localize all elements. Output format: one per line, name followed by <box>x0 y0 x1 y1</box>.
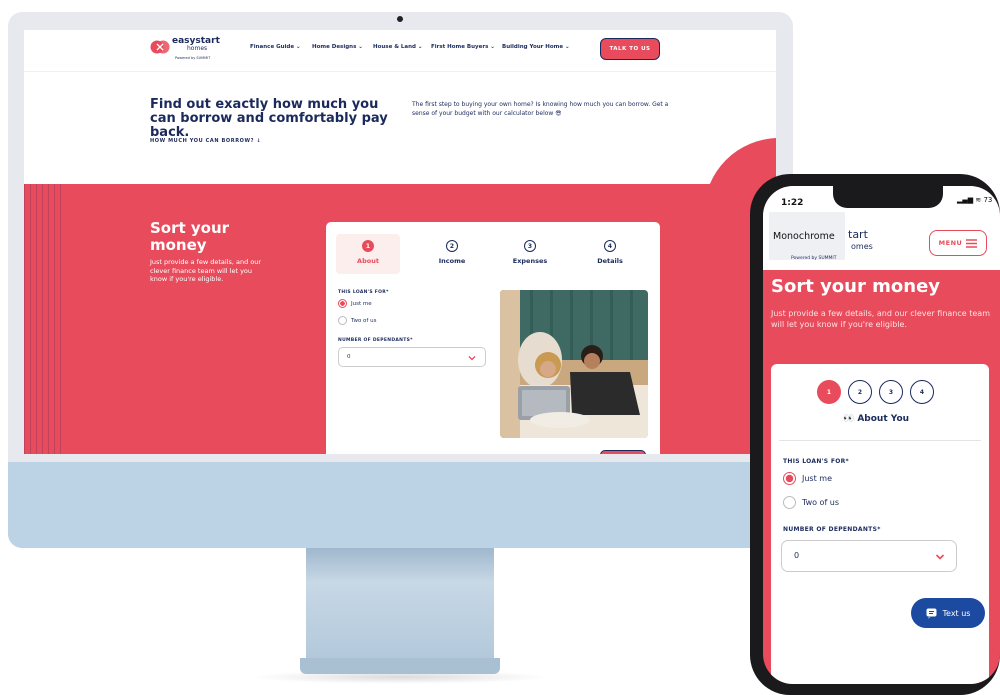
logo-subword: homes <box>187 45 208 52</box>
mobile-step-title: 👀 About You <box>843 414 910 424</box>
step-income[interactable]: 2 Income <box>420 234 484 274</box>
step-label: Expenses <box>512 257 548 265</box>
chevron-down-icon: ⌄ <box>490 44 495 50</box>
step-expenses[interactable]: 3 Expenses <box>498 234 562 274</box>
status-icons: ▂▄▆ ≋ 73 <box>957 196 993 204</box>
chevron-down-icon: ⌄ <box>565 44 570 50</box>
section-title: Sort your money <box>150 219 230 254</box>
chevron-down-icon <box>935 554 945 560</box>
chevron-down-icon <box>468 356 476 361</box>
desktop-nav-bar: easystart homes Powered by SUMMIT Financ… <box>24 30 776 72</box>
text-us-label: Text us <box>942 608 971 618</box>
hamburger-icon <box>966 238 978 248</box>
chevron-down-icon: ⌄ <box>358 44 363 50</box>
divider <box>779 440 981 441</box>
logo-homes-text: omes <box>851 242 873 251</box>
mobile-section-title: Sort your money <box>771 276 941 297</box>
monitor-chin <box>8 462 793 548</box>
step-number: 4 <box>604 240 616 252</box>
logo-powered-by: Powered by SUMMIT <box>175 56 211 60</box>
text-us-button[interactable]: Text us <box>911 598 985 628</box>
mobile-dependants-label: NUMBER OF DEPENDANTS* <box>783 526 881 533</box>
mobile-step-3[interactable]: 3 <box>879 380 903 404</box>
how-much-borrow-link[interactable]: HOW MUCH YOU CAN BORROW? ↓ <box>150 138 261 144</box>
radio-just-me-label: Just me <box>351 301 372 307</box>
step-details[interactable]: 4 Details <box>578 234 642 274</box>
radio-two-of-us[interactable] <box>338 316 347 325</box>
mobile-step-2[interactable]: 2 <box>848 380 872 404</box>
mobile-radio-two-of-us[interactable] <box>783 496 796 509</box>
mobile-radio-just-me[interactable] <box>783 472 796 485</box>
couple-laptop-photo <box>500 290 648 438</box>
decorative-stripes <box>24 184 64 454</box>
step-label: Details <box>597 257 623 265</box>
dependants-value: 0 <box>347 354 351 360</box>
nav-home-designs[interactable]: Home Designs ⌄ <box>312 44 363 50</box>
step-number: 2 <box>446 240 458 252</box>
mobile-step-1[interactable]: 1 <box>817 380 841 404</box>
nav-first-home-buyers[interactable]: First Home Buyers ⌄ <box>431 44 495 50</box>
calculator-card: 1 About 2 Income 3 Expenses 4 Details TH… <box>326 222 660 454</box>
mobile-dependants-select[interactable]: 0 <box>781 540 957 572</box>
mobile-radio-two-of-us-label: Two of us <box>802 498 840 507</box>
step-about[interactable]: 1 About <box>336 234 400 274</box>
hero-description: The first step to buying your own home? … <box>412 101 669 117</box>
menu-label: MENU <box>938 239 963 247</box>
chevron-down-icon: ⌄ <box>417 44 423 50</box>
logo-start-text: tart <box>848 228 868 241</box>
section-description: Just provide a few details, and our clev… <box>150 258 262 283</box>
chat-icon <box>926 608 937 619</box>
nav-finance-guide[interactable]: Finance Guide ⌄ <box>250 44 301 50</box>
next-step-button[interactable] <box>600 450 646 454</box>
logo-monochrome-text[interactable]: Monochrome <box>773 231 835 242</box>
monitor-stand-foot <box>300 658 500 674</box>
mobile-loan-for-label: THIS LOAN'S FOR* <box>783 458 849 465</box>
nav-house-and-land[interactable]: House & Land ⌄ <box>373 44 423 50</box>
loan-for-label: THIS LOAN'S FOR* <box>338 290 389 295</box>
monitor-camera <box>397 16 403 22</box>
hero-title: Find out exactly how much you can borrow… <box>150 97 388 140</box>
step-label: About <box>357 257 379 265</box>
mobile-step-4[interactable]: 4 <box>910 380 934 404</box>
easystart-logo-icon[interactable] <box>150 40 170 54</box>
dependants-label: NUMBER OF DEPENDANTS* <box>338 338 413 343</box>
step-label: Income <box>438 257 466 265</box>
nav-building-your-home[interactable]: Building Your Home ⌄ <box>502 44 570 50</box>
logo-powered-by: Powered by SUMMIT <box>791 256 837 261</box>
talk-to-us-button[interactable]: TALK TO US <box>600 38 660 60</box>
mobile-dependants-value: 0 <box>794 551 800 560</box>
mobile-radio-just-me-label: Just me <box>802 474 832 483</box>
phone-notch <box>833 186 943 208</box>
step-number: 3 <box>524 240 536 252</box>
phone-screen: 1:22 ▂▄▆ ≋ 73 Monochrome tart omes Power… <box>763 186 1000 684</box>
monitor-stand <box>306 548 494 662</box>
chevron-down-icon: ⌄ <box>296 44 301 50</box>
desktop-screen: easystart homes Powered by SUMMIT Financ… <box>24 30 776 454</box>
step-number: 1 <box>362 240 374 252</box>
radio-just-me[interactable] <box>338 299 347 308</box>
mobile-section-description: Just provide a few details, and our clev… <box>771 309 990 329</box>
mobile-calculator-card: 1 2 3 4 👀 About You THIS LOAN'S FOR* Jus… <box>771 364 989 684</box>
radio-two-of-us-label: Two of us <box>351 318 377 324</box>
menu-button[interactable]: MENU <box>929 230 987 256</box>
status-time: 1:22 <box>781 198 804 208</box>
dependants-select[interactable]: 0 <box>338 347 486 367</box>
